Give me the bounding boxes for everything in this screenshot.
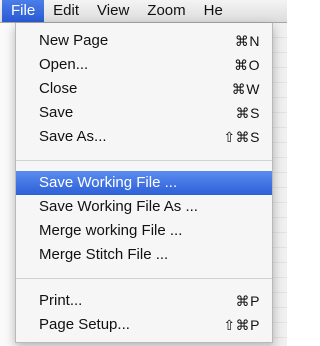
menu-item-label: Print...	[39, 292, 83, 309]
menu-item-label: Save	[39, 104, 74, 121]
menu-item-merge-stitch-file[interactable]: Merge Stitch File ...	[16, 243, 272, 267]
menu-item-label: New Page	[39, 32, 109, 49]
menu-item-shortcut: ⌘W	[231, 81, 260, 97]
menu-bar: File Edit View Zoom He	[0, 0, 287, 23]
menu-item-close[interactable]: Close ⌘W	[16, 77, 272, 101]
menu-item-shortcut: ⌘N	[234, 33, 260, 49]
menu-item-label: Merge working File ...	[39, 222, 183, 239]
menu-zoom[interactable]: Zoom	[138, 0, 194, 22]
menu-item-open[interactable]: Open... ⌘O	[16, 53, 272, 77]
menu-item-save-working-file-as[interactable]: Save Working File As ...	[16, 195, 272, 219]
menu-separator	[16, 278, 272, 279]
menu-item-print[interactable]: Print... ⌘P	[16, 289, 272, 313]
menu-item-shortcut: ⌘O	[234, 57, 260, 73]
menu-item-save-working-file[interactable]: Save Working File ...	[16, 171, 272, 195]
menu-item-label: Save Working File As ...	[39, 198, 198, 215]
menu-help[interactable]: He	[195, 0, 232, 22]
menu-item-label: Open...	[39, 56, 89, 73]
menu-item-label: Merge Stitch File ...	[39, 246, 169, 263]
menu-edit[interactable]: Edit	[44, 0, 88, 22]
menu-item-new-page[interactable]: New Page ⌘N	[16, 29, 272, 53]
menu-separator	[16, 160, 272, 161]
menu-item-label: Page Setup...	[39, 316, 130, 333]
menu-file[interactable]: File	[2, 0, 45, 22]
menu-item-save-as[interactable]: Save As... ⇧⌘S	[16, 125, 272, 149]
menu-item-shortcut: ⌘P	[235, 293, 260, 309]
menu-item-label: Save As...	[39, 128, 107, 145]
file-menu-dropdown: New Page ⌘N Open... ⌘O Close ⌘W Save ⌘S …	[15, 23, 273, 343]
menu-item-merge-working-file[interactable]: Merge working File ...	[16, 219, 272, 243]
menu-item-shortcut: ⇧⌘S	[223, 129, 260, 145]
menu-item-shortcut: ⇧⌘P	[223, 317, 260, 333]
menu-view[interactable]: View	[88, 0, 138, 22]
menu-item-page-setup[interactable]: Page Setup... ⇧⌘P	[16, 313, 272, 337]
menu-item-save[interactable]: Save ⌘S	[16, 101, 272, 125]
menu-item-shortcut: ⌘S	[235, 105, 260, 121]
menu-item-label: Save Working File ...	[39, 174, 178, 191]
menu-item-label: Close	[39, 80, 78, 97]
